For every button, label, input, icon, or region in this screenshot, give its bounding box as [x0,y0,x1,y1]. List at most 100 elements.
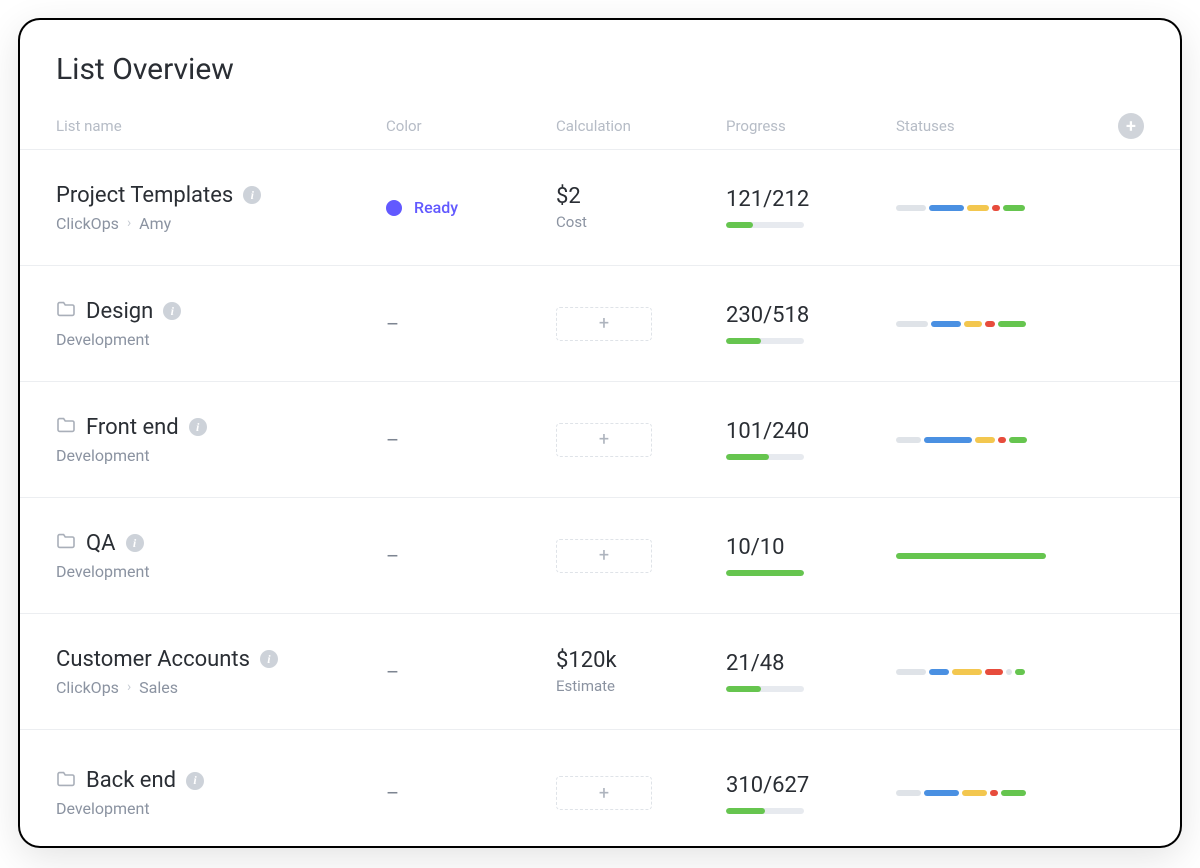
statuses-cell[interactable] [896,669,1084,675]
status-segment [964,321,982,327]
info-icon[interactable]: i [243,186,261,204]
progress-cell: 101/240 [726,419,896,460]
status-segment [929,205,964,211]
status-segment [1006,669,1012,675]
status-segment [896,321,928,327]
calculation-cell[interactable]: $120kEstimate [556,648,726,695]
color-dot-icon [386,200,402,216]
list-name-cell: Project Templates i ClickOps›Amy [56,183,386,233]
plus-icon: + [599,545,609,566]
calculation-cell[interactable]: + [556,423,726,457]
color-label: Ready [414,198,458,217]
add-column-button[interactable]: + [1118,113,1144,139]
statuses-cell[interactable] [896,790,1084,796]
add-calculation-button[interactable]: + [556,776,652,810]
table-row[interactable]: Front endiDevelopment–+101/240 [20,382,1180,498]
breadcrumb-part[interactable]: Sales [139,678,178,697]
status-segment [896,790,921,796]
info-icon[interactable]: i [186,772,204,790]
folder-icon [56,771,76,791]
progress-cell: 230/518 [726,303,896,344]
statuses-cell[interactable] [896,437,1084,443]
calculation-cell[interactable]: + [556,776,726,810]
col-color: Color [386,117,556,135]
progress-bar [726,570,804,576]
color-cell[interactable]: – [386,544,556,568]
list-name: Back end [86,768,176,793]
color-cell[interactable]: – [386,660,556,684]
table-row[interactable]: DesigniDevelopment–+230/518 [20,266,1180,382]
progress-fill [726,454,769,460]
list-name: Project Templates [56,183,233,208]
folder-icon [56,301,76,321]
progress-bar [726,222,804,228]
folder-icon [56,417,76,437]
folder-icon [56,533,76,553]
statuses-cell[interactable] [896,321,1084,327]
status-segment [952,669,982,675]
status-segment [967,205,989,211]
color-cell[interactable]: – [386,428,556,452]
plus-icon: + [1126,116,1136,137]
plus-icon: + [599,429,609,450]
status-bar [896,790,1046,796]
list-name-cell: Back end i Development [56,768,386,818]
progress-bar [726,338,804,344]
progress-text: 230/518 [726,303,896,328]
status-segment [962,790,987,796]
table-row[interactable]: Customer AccountsiClickOps›Sales–$120kEs… [20,614,1180,730]
breadcrumb-part[interactable]: ClickOps [56,678,119,697]
plus-icon: + [599,313,609,334]
color-cell[interactable]: – [386,312,556,336]
status-segment [896,437,921,443]
statuses-cell[interactable] [896,205,1084,211]
table-row[interactable]: QAiDevelopment–+10/10 [20,498,1180,614]
add-calculation-button[interactable]: + [556,423,652,457]
info-icon[interactable]: i [126,534,144,552]
progress-cell: 121/212 [726,187,896,228]
table-row[interactable]: Back end i Development– +310/627 [20,730,1180,846]
status-segment [1003,205,1025,211]
status-segment [896,205,926,211]
col-calculation: Calculation [556,117,726,135]
status-segment [985,321,995,327]
color-cell[interactable]: Ready [386,198,556,217]
list-subtitle: Development [56,799,386,818]
progress-fill [726,338,761,344]
list-name-cell: Customer AccountsiClickOps›Sales [56,647,386,697]
status-segment [896,553,1046,559]
breadcrumb-part[interactable]: Amy [139,214,171,233]
empty-dash: – [386,781,399,805]
progress-fill [726,570,804,576]
table-row[interactable]: Project Templates i ClickOps›Amy Ready $2Cos… [20,150,1180,266]
list-name-cell: DesigniDevelopment [56,299,386,349]
info-icon[interactable]: i [189,418,207,436]
calculation-cell[interactable]: + [556,539,726,573]
progress-text: 21/48 [726,651,896,676]
list-overview-card: List Overview List name Color Calculatio… [20,20,1180,846]
add-calculation-button[interactable]: + [556,539,652,573]
color-cell[interactable]: – [386,781,556,805]
empty-dash: – [386,428,399,452]
progress-bar [726,808,804,814]
calculation-cell[interactable]: + [556,307,726,341]
calculation-cell[interactable]: $2Cost [556,184,726,231]
status-segment [998,321,1026,327]
breadcrumb-part[interactable]: ClickOps [56,214,119,233]
list-subtitle: Development [56,330,386,349]
breadcrumb: ClickOps›Amy [56,214,386,233]
list-subtitle: Development [56,446,386,465]
status-segment [975,437,995,443]
info-icon[interactable]: i [260,650,278,668]
status-segment [1009,437,1027,443]
list-name-cell: Front endiDevelopment [56,415,386,465]
statuses-cell[interactable] [896,553,1084,559]
list-subtitle: Development [56,562,386,581]
add-calculation-button[interactable]: + [556,307,652,341]
progress-text: 310/627 [726,773,896,798]
page-title: List Overview [20,52,1180,105]
info-icon[interactable]: i [163,302,181,320]
chevron-right-icon: › [127,679,131,695]
status-segment [896,669,926,675]
calculation-label: Estimate [556,677,726,695]
